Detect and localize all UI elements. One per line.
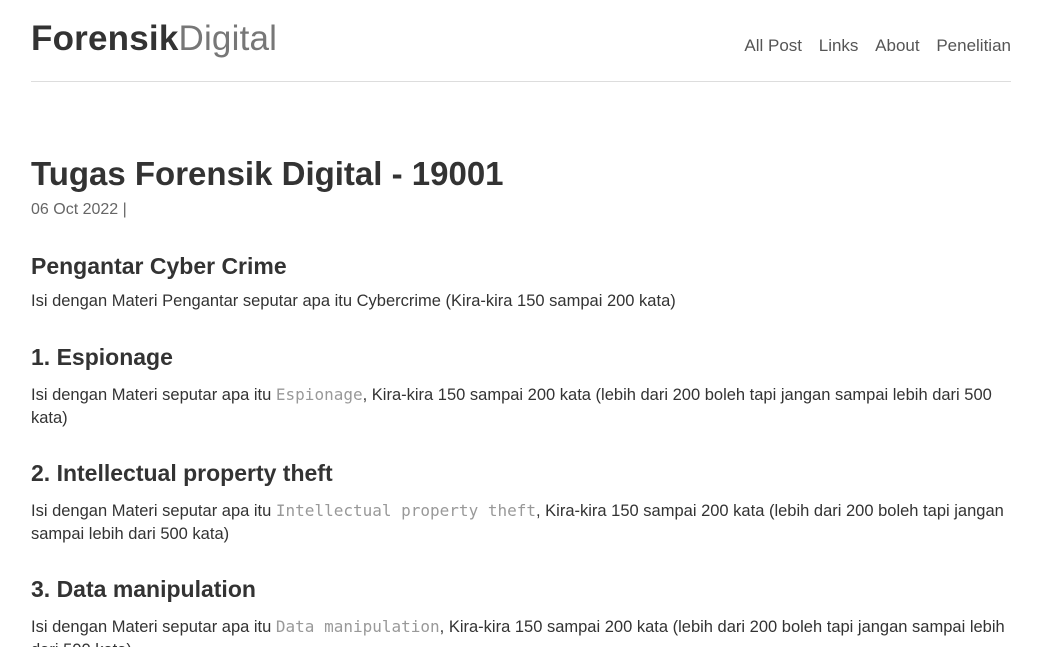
nav-link-links[interactable]: Links <box>819 36 859 55</box>
section-paragraph-data-manipulation: Isi dengan Materi seputar apa itu Data m… <box>31 615 1006 647</box>
logo-light-text: Digital <box>178 19 278 58</box>
inline-code: Intellectual property theft <box>275 501 536 520</box>
section-paragraph-ip-theft: Isi dengan Materi seputar apa itu Intell… <box>31 499 1006 546</box>
site-logo-link[interactable]: ForensikDigital <box>31 19 277 59</box>
nav-link-penelitian[interactable]: Penelitian <box>936 36 1011 55</box>
section-heading-data-manipulation: 3. Data manipulation <box>31 576 256 602</box>
page-wrapper: ForensikDigital All Post Links About Pen… <box>31 0 1011 647</box>
intro-heading: Pengantar Cyber Crime <box>31 253 287 279</box>
paragraph-prefix: Isi dengan Materi seputar apa itu <box>31 502 276 520</box>
paragraph-prefix: Isi dengan Materi seputar apa itu <box>31 618 276 636</box>
section-paragraph-espionage: Isi dengan Materi seputar apa itu Espion… <box>31 383 1006 430</box>
nav-link-all-post[interactable]: All Post <box>744 36 802 55</box>
section-heading-ip-theft: 2. Intellectual property theft <box>31 460 333 486</box>
site-header: ForensikDigital All Post Links About Pen… <box>31 0 1011 82</box>
intro-paragraph: Isi dengan Materi Pengantar seputar apa … <box>31 292 676 310</box>
inline-code: Espionage <box>275 385 363 404</box>
logo-bold-text: Forensik <box>31 19 179 58</box>
paragraph-prefix: Isi dengan Materi seputar apa itu <box>31 386 276 404</box>
post-title: Tugas Forensik Digital - 19001 <box>31 155 504 192</box>
main-nav: All Post Links About Penelitian <box>732 36 1011 56</box>
nav-link-about[interactable]: About <box>875 36 919 55</box>
inline-code: Data manipulation <box>275 617 440 636</box>
post-date: 06 Oct 2022 | <box>31 201 127 218</box>
section-heading-espionage: 1. Espionage <box>31 344 173 370</box>
